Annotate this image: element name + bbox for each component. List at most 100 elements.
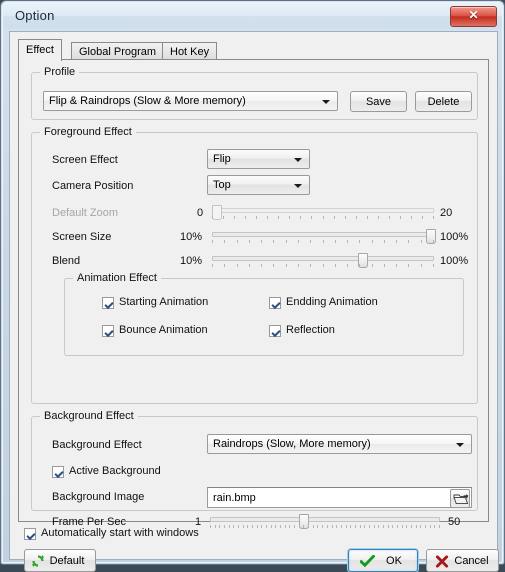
- tab-page-effect: Profile Flip & Raindrops (Slow & More me…: [18, 59, 489, 529]
- tab-global-program-label: Global Program: [79, 46, 157, 58]
- browse-button[interactable]: [450, 489, 470, 508]
- slider-tick: [356, 216, 357, 219]
- chevron-down-icon: [322, 100, 330, 104]
- checkbox-endding-animation-box: [269, 297, 281, 309]
- tab-effect[interactable]: Effect: [18, 39, 62, 61]
- slider-tick: [300, 216, 301, 219]
- close-icon: ✕: [468, 8, 479, 22]
- slider-tick: [359, 264, 360, 267]
- slider-tick: [237, 264, 238, 267]
- slider-tick: [212, 240, 213, 243]
- chevron-down-icon: [294, 184, 302, 188]
- ok-button[interactable]: OK: [348, 549, 418, 572]
- default-zoom-ticks: [212, 216, 434, 220]
- slider-tick: [396, 264, 397, 267]
- profile-select[interactable]: Flip & Raindrops (Slow & More memory): [43, 91, 338, 111]
- slider-tick: [289, 216, 290, 219]
- blend-slider[interactable]: [212, 251, 434, 269]
- slider-tick: [245, 216, 246, 219]
- delete-button[interactable]: Delete: [415, 91, 472, 112]
- slider-tick: [224, 240, 225, 243]
- default-zoom-max: 20: [440, 207, 453, 219]
- checkbox-bounce-animation-box: [102, 325, 114, 337]
- save-button[interactable]: Save: [350, 91, 407, 112]
- screen-size-label: Screen Size: [52, 231, 112, 243]
- foreground-effect-group-title: Foreground Effect: [40, 126, 136, 138]
- background-effect-select[interactable]: Raindrops (Slow, More memory): [207, 434, 472, 454]
- screen-size-track: [212, 232, 434, 237]
- slider-tick: [224, 264, 225, 267]
- checkbox-starting-animation-label: Starting Animation: [119, 296, 209, 308]
- slider-tick: [256, 216, 257, 219]
- slider-tick: [212, 264, 213, 267]
- slider-tick: [411, 216, 412, 219]
- slider-tick: [367, 216, 368, 219]
- screen-size-min: 10%: [180, 231, 203, 243]
- slider-tick: [310, 264, 311, 267]
- slider-tick: [384, 240, 385, 243]
- screen-effect-select[interactable]: Flip: [207, 149, 310, 169]
- ok-button-label: OK: [386, 555, 402, 567]
- slider-tick: [286, 264, 287, 267]
- blend-label: Blend: [52, 255, 81, 267]
- background-effect-value: Raindrops (Slow, More memory): [213, 438, 371, 450]
- slider-tick: [298, 240, 299, 243]
- check-icon: [360, 555, 375, 568]
- background-effect-group: Background Effect Background Effect Rain…: [31, 410, 478, 529]
- slider-tick: [334, 216, 335, 219]
- blend-min: 10%: [180, 255, 203, 267]
- blend-track: [212, 256, 434, 261]
- slider-tick: [212, 216, 213, 219]
- default-button[interactable]: Default: [24, 549, 96, 572]
- slider-tick: [396, 240, 397, 243]
- screen-size-max: 100%: [440, 231, 469, 243]
- screen-size-slider[interactable]: [212, 227, 436, 245]
- tab-hot-key[interactable]: Hot Key: [162, 42, 218, 60]
- open-folder-icon: [453, 494, 469, 505]
- camera-position-select[interactable]: Top: [207, 175, 310, 195]
- cancel-button-label: Cancel: [454, 555, 489, 567]
- chevron-down-icon: [294, 158, 302, 162]
- tab-global-program[interactable]: Global Program: [71, 42, 165, 60]
- slider-tick: [261, 240, 262, 243]
- screen-size-ticks: [212, 240, 434, 244]
- slider-tick: [311, 216, 312, 219]
- slider-tick: [237, 240, 238, 243]
- close-button[interactable]: ✕: [450, 6, 497, 27]
- default-zoom-min: 0: [197, 207, 204, 219]
- cancel-button[interactable]: Cancel: [426, 549, 499, 572]
- slider-tick: [310, 240, 311, 243]
- screen-effect-label: Screen Effect: [52, 154, 118, 166]
- slider-tick: [400, 216, 401, 219]
- slider-tick: [408, 240, 409, 243]
- footer-bar: Automatically start with windows Default…: [18, 527, 499, 572]
- slider-tick: [433, 216, 434, 219]
- option-window: Option ✕ Effect Global Program Hot Key P…: [0, 0, 505, 572]
- slider-tick: [421, 240, 422, 243]
- blend-max: 100%: [440, 255, 469, 267]
- delete-button-label: Delete: [427, 96, 460, 108]
- slider-tick: [433, 264, 434, 267]
- window-title: Option: [15, 8, 55, 23]
- profile-group-title: Profile: [40, 66, 80, 78]
- slider-tick: [323, 240, 324, 243]
- blend-ticks: [212, 264, 434, 268]
- camera-position-label: Camera Position: [52, 180, 134, 192]
- profile-group: Profile Flip & Raindrops (Slow & More me…: [31, 66, 478, 120]
- frame-per-sec-track: [210, 517, 440, 522]
- checkbox-reflection-label: Reflection: [286, 324, 335, 336]
- slider-tick: [347, 240, 348, 243]
- slider-tick: [389, 216, 390, 219]
- slider-tick: [372, 264, 373, 267]
- default-zoom-slider[interactable]: [212, 203, 434, 221]
- tab-strip: Effect Global Program Hot Key: [18, 39, 489, 61]
- checkbox-reflection-box: [269, 325, 281, 337]
- slider-tick: [249, 264, 250, 267]
- checkbox-autostart-label: Automatically start with windows: [41, 527, 199, 539]
- checkbox-active-background-label: Active Background: [69, 465, 161, 477]
- slider-tick: [359, 240, 360, 243]
- checkbox-autostart-box: [24, 528, 36, 540]
- slider-tick: [234, 216, 235, 219]
- background-image-input[interactable]: rain.bmp: [207, 487, 472, 508]
- chevron-down-icon: [456, 443, 464, 447]
